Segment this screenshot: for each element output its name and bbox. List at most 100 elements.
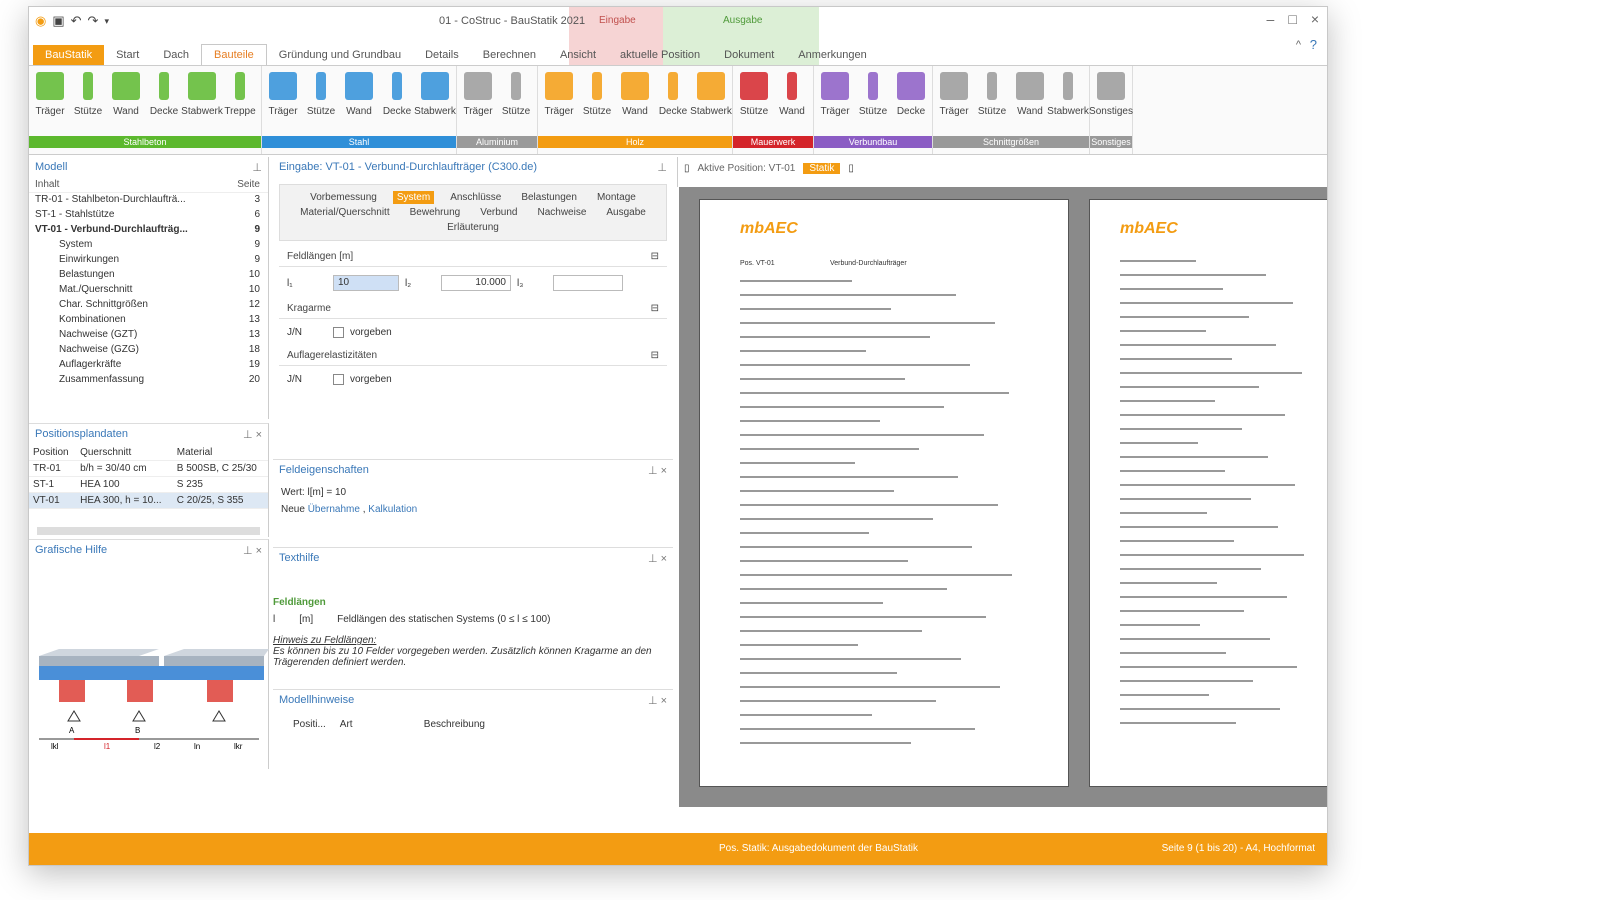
l3-input[interactable] (553, 275, 623, 291)
subtab-material[interactable]: Material/Querschnitt (296, 206, 393, 219)
help-icon[interactable]: ? (1310, 37, 1317, 52)
redo-icon[interactable]: ↷ (88, 13, 99, 29)
tree-item[interactable]: Nachweise (GZG) 18 (29, 343, 268, 358)
ribbon-button[interactable]: Träger (33, 72, 67, 136)
panel-controls[interactable]: ⊥ × (243, 428, 262, 441)
tree-item[interactable]: Mat./Querschnitt 10 (29, 283, 268, 298)
tab-dokument[interactable]: Dokument (712, 45, 786, 65)
tree-item[interactable]: Char. Schnittgrößen 12 (29, 298, 268, 313)
tree-item[interactable]: TR-01 - Stahlbeton-Durchlaufträ... 3 (29, 193, 268, 208)
collapse-ribbon-icon[interactable]: ^ (1296, 39, 1301, 51)
subtab-anschluesse[interactable]: Anschlüsse (446, 191, 505, 204)
ribbon-button[interactable]: Wand (1013, 72, 1047, 136)
ribbon-button[interactable]: Decke (147, 72, 181, 136)
kalkulation-link[interactable]: Kalkulation (368, 504, 417, 515)
ribbon-button[interactable]: Träger (937, 72, 971, 136)
table-row[interactable]: TR-01 b/h = 30/40 cm B 500SB, C 25/30 (29, 460, 268, 477)
subtab-bewehrung[interactable]: Bewehrung (406, 206, 465, 219)
subtab-belastungen[interactable]: Belastungen (517, 191, 581, 204)
kragarme-checkbox[interactable] (333, 327, 344, 338)
feldlaengen-title: Feldlängen [m] (287, 251, 354, 262)
maximize-button[interactable]: □ (1288, 11, 1296, 27)
panel-controls[interactable]: ⊥ × (648, 464, 667, 477)
panel-controls[interactable]: ⊥ × (648, 694, 667, 707)
tab-baustatik[interactable]: BauStatik (33, 45, 105, 65)
subtab-erlaeuterung[interactable]: Erläuterung (443, 221, 503, 234)
ribbon-button[interactable]: Stabwerk (414, 72, 456, 136)
ribbon-button[interactable]: Stütze (856, 72, 890, 136)
ribbon-button[interactable]: Decke (656, 72, 690, 136)
tree-item[interactable]: Belastungen 10 (29, 268, 268, 283)
col-inhalt: Inhalt (35, 179, 60, 190)
ribbon-button[interactable]: Träger (818, 72, 852, 136)
tab-anmerkungen[interactable]: Anmerkungen (786, 45, 879, 65)
subtab-ausgabe[interactable]: Ausgabe (602, 206, 649, 219)
tab-statik[interactable]: Statik (803, 163, 841, 174)
subtab-system[interactable]: System (392, 191, 435, 204)
ribbon-button[interactable]: Sonstiges (1089, 72, 1133, 136)
ribbon-button[interactable]: Stütze (975, 72, 1009, 136)
collapse-icon[interactable]: ⊟ (651, 303, 659, 314)
tab-aktuelle-position[interactable]: aktuelle Position (608, 45, 712, 65)
ribbon-button[interactable]: Treppe (223, 72, 257, 136)
subtab-nachweise[interactable]: Nachweise (533, 206, 590, 219)
auflager-checkbox[interactable] (333, 374, 344, 385)
ribbon-button[interactable]: Wand (109, 72, 143, 136)
ribbon-button[interactable]: Stütze (304, 72, 338, 136)
ribbon-button[interactable]: Stabwerk (181, 72, 223, 136)
ribbon-button[interactable]: Decke (380, 72, 414, 136)
subtab-montage[interactable]: Montage (593, 191, 640, 204)
ribbon-button[interactable]: Stabwerk (1047, 72, 1089, 136)
ribbon-button[interactable]: Träger (542, 72, 576, 136)
ribbon-button[interactable]: Wand (342, 72, 376, 136)
panel-controls[interactable]: ⊥ × (648, 552, 667, 565)
tab-dach[interactable]: Dach (151, 45, 201, 65)
collapse-icon[interactable]: ⊟ (651, 251, 659, 262)
pin-icon[interactable]: ⊥ (252, 161, 262, 174)
eingabe-title: Eingabe: VT-01 - Verbund-Durchlaufträger… (279, 161, 538, 173)
document-text-line (740, 490, 894, 492)
subtab-verbund[interactable]: Verbund (476, 206, 521, 219)
ribbon-button[interactable]: Träger (461, 72, 495, 136)
close-button[interactable]: × (1311, 11, 1319, 27)
tab-details[interactable]: Details (413, 45, 471, 65)
tab-berechnen[interactable]: Berechnen (471, 45, 548, 65)
uebernahme-link[interactable]: Übernahme (308, 504, 360, 515)
tree-item[interactable]: System 9 (29, 238, 268, 253)
collapse-icon[interactable]: ⊟ (651, 350, 659, 361)
tree-item[interactable]: ST-1 - Stahlstütze 6 (29, 208, 268, 223)
undo-icon[interactable]: ↶ (71, 13, 82, 29)
minimize-button[interactable]: – (1267, 11, 1275, 27)
tree-item[interactable]: VT-01 - Verbund-Durchlaufträg... 9 (29, 223, 268, 238)
ribbon-button[interactable]: Träger (266, 72, 300, 136)
ribbon-button[interactable]: Stütze (499, 72, 533, 136)
ribbon-button[interactable]: Wand (775, 72, 809, 136)
table-cell: S 235 (172, 476, 268, 493)
l1-input[interactable]: 10 (333, 275, 399, 291)
save-icon[interactable]: ▣ (52, 13, 64, 29)
ribbon-button[interactable]: Stütze (71, 72, 105, 136)
ribbon-button[interactable]: Decke (894, 72, 928, 136)
tree-item[interactable]: Zusammenfassung 20 (29, 373, 268, 388)
l2-input[interactable]: 10.000 (441, 275, 511, 291)
tab-bauteile[interactable]: Bauteile (201, 44, 267, 65)
subtab-vorbemessung[interactable]: Vorbemessung (306, 191, 381, 204)
tree-item[interactable]: Einwirkungen 9 (29, 253, 268, 268)
tree-item[interactable]: Auflagerkräfte 19 (29, 358, 268, 373)
table-row[interactable]: ST-1 HEA 100 S 235 (29, 476, 268, 493)
horizontal-scrollbar[interactable] (37, 527, 260, 535)
panel-controls[interactable]: ⊥ × (243, 544, 262, 557)
ribbon-button[interactable]: Wand (618, 72, 652, 136)
ribbon-button[interactable]: Stütze (737, 72, 771, 136)
tab-start[interactable]: Start (104, 45, 151, 65)
tab-aktive-position[interactable]: Aktive Position: VT-01 (698, 163, 796, 174)
tab-ansicht[interactable]: Ansicht (548, 45, 608, 65)
ribbon-button[interactable]: Stütze (580, 72, 614, 136)
ribbon-button[interactable]: Stabwerk (690, 72, 732, 136)
tab-gruendung[interactable]: Gründung und Grundbau (267, 45, 413, 65)
tree-item[interactable]: Nachweise (GZT) 13 (29, 328, 268, 343)
tree-item[interactable]: Kombinationen 13 (29, 313, 268, 328)
pin-icon[interactable]: ⊥ (657, 161, 667, 174)
customize-qat-icon[interactable]: ▾ (104, 16, 109, 27)
table-row[interactable]: VT-01 HEA 300, h = 10... C 20/25, S 355 (29, 492, 268, 509)
